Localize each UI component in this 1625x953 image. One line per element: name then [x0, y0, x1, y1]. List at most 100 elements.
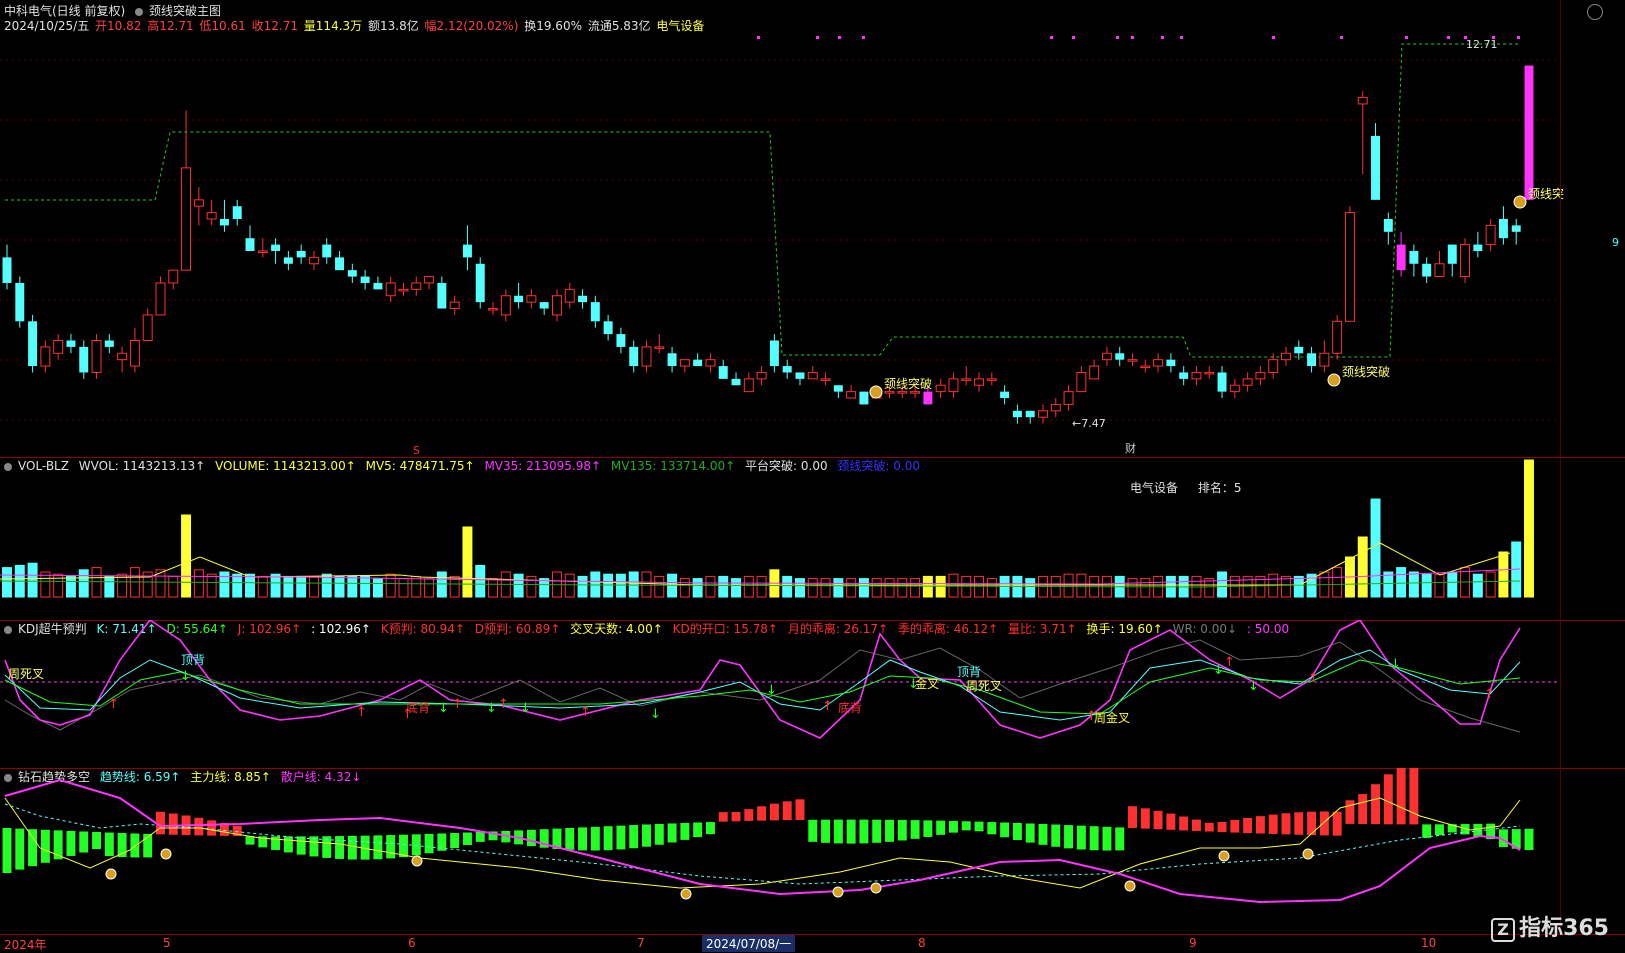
trend-bar	[15, 828, 25, 870]
max-price-label: 12.71	[1466, 38, 1498, 51]
candle-body	[1000, 391, 1010, 399]
candle-body	[1268, 359, 1279, 373]
volume-bar	[385, 573, 396, 598]
wr-line	[4, 639, 1521, 733]
candle-body	[155, 282, 166, 316]
date-axis[interactable]: 2024年 5 6 7 8 9 10 2024/07/08/一	[0, 934, 1625, 952]
volume-bar	[1140, 578, 1151, 598]
volume-bar	[756, 575, 767, 598]
candle-body	[679, 359, 690, 367]
trend-bar	[2, 828, 12, 873]
signal-dot	[862, 36, 865, 39]
candle-body	[756, 371, 767, 380]
trend-bar	[910, 820, 920, 839]
candle-body	[104, 340, 114, 347]
volume-bar	[270, 573, 281, 598]
candle-body	[232, 206, 242, 220]
trend-bar	[28, 829, 38, 867]
down-arrow-icon: ↓	[766, 683, 777, 698]
trend-bar	[79, 831, 89, 853]
trend-bar	[705, 822, 715, 835]
trend-pane[interactable]: 钻石趋势多空 趋势线: 6.59↑ 主力线: 8.85↑ 散户线: 4.32↓	[0, 768, 1625, 934]
kdj-chart[interactable]: ↑↑ ↑↑ ↑↑ ↑↑↑↑↑↓↓ ↓ ↓ ↓↓ ↓↓↓↓周死叉顶背底背 底背顶背周死叉金叉周金叉	[0, 620, 1625, 768]
candlestick-chart[interactable]: 12.71←7.47颈线突破颈线突破颈线突财S9	[0, 0, 1625, 457]
up-arrow-icon: ↑	[822, 699, 833, 714]
volume-bar	[1370, 498, 1381, 598]
up-arrow-icon: ↑	[1484, 687, 1495, 702]
price-axis-label: 9	[1612, 236, 1619, 249]
trend-bar	[1128, 806, 1137, 829]
trend-bar	[1422, 824, 1432, 838]
k-line	[4, 649, 1521, 721]
diamond-signal-icon	[411, 855, 423, 867]
candle-body	[1012, 410, 1022, 418]
trend-bar	[450, 833, 460, 848]
candle-body	[603, 321, 613, 335]
kdj-signal-label: 顶背	[957, 665, 981, 679]
trend-bar	[1166, 813, 1176, 830]
j-line	[4, 620, 1521, 739]
candle-body	[897, 391, 908, 394]
volume-bar	[948, 573, 959, 598]
down-arrow-icon: ↓	[438, 701, 449, 716]
volume-bar	[782, 575, 793, 598]
down-arrow-icon: ↓	[650, 707, 661, 722]
signal-dot	[838, 36, 841, 39]
volume-bar	[1472, 573, 1483, 598]
up-arrow-icon: ↑	[108, 697, 119, 712]
candle-body	[910, 391, 921, 394]
money-bag-icon	[1513, 195, 1527, 209]
main-chart-pane[interactable]: 中科电气(日线 前复权) 颈线突破主图 2024/10/25/五 开10.82 …	[0, 0, 1625, 457]
candle-body	[1229, 384, 1240, 393]
trend-bar	[1153, 810, 1163, 830]
trend-bar	[565, 827, 575, 850]
trend-chart[interactable]	[0, 768, 1625, 934]
candle-body	[1101, 352, 1112, 361]
candle-body	[1038, 410, 1048, 418]
trend-bar	[782, 801, 792, 821]
candle-body	[398, 288, 409, 292]
volume-bar	[820, 578, 831, 598]
volume-bar	[1293, 575, 1304, 598]
neck-breakout-label: 颈线突破	[884, 376, 932, 391]
trend-bar	[961, 821, 971, 831]
candle-body	[1332, 320, 1343, 354]
trend-bar	[411, 834, 421, 856]
trend-bar	[897, 819, 907, 841]
trend-bar	[1255, 816, 1265, 834]
volume-bar	[935, 575, 946, 598]
volume-bar	[411, 575, 422, 598]
kdj-signal-label: 周死叉	[8, 667, 44, 681]
volume-bar	[679, 578, 690, 598]
trend-bar	[808, 819, 818, 842]
candle-body	[820, 378, 831, 381]
volume-bar	[603, 573, 614, 598]
trend-bar	[1371, 784, 1380, 825]
volume-bar	[219, 571, 230, 598]
volume-bar	[334, 575, 345, 598]
volume-chart[interactable]	[0, 457, 1625, 620]
candle-body	[219, 219, 229, 226]
trend-bar	[1102, 826, 1112, 851]
trend-bar	[1345, 800, 1355, 824]
candle-body	[1319, 352, 1330, 367]
candle-body	[411, 282, 422, 290]
volume-pane[interactable]: VOL-BLZ WVOL: 1143213.13↑ VOLUME: 114321…	[0, 457, 1625, 620]
candle-body	[1089, 365, 1100, 380]
volume-bar	[168, 575, 179, 598]
trend-bar	[769, 803, 779, 821]
trend-bar	[1012, 822, 1022, 841]
candle-body	[66, 340, 76, 347]
candle-body	[859, 391, 869, 405]
kdj-signal-label: 金叉	[915, 676, 939, 691]
trend-bar	[936, 820, 946, 835]
candle-body	[667, 353, 677, 367]
candle-body	[1063, 391, 1074, 405]
volume-bar	[27, 562, 38, 598]
signal-dot	[1272, 36, 1275, 39]
signal-dot	[1517, 36, 1520, 39]
trend-bar	[603, 826, 613, 851]
volume-bar	[1332, 567, 1343, 598]
kdj-signal-label: 底背	[406, 700, 430, 715]
kdj-pane[interactable]: KDJ超牛预判 K: 71.41↑ D: 55.64↑ J: 102.96↑ :…	[0, 620, 1625, 768]
